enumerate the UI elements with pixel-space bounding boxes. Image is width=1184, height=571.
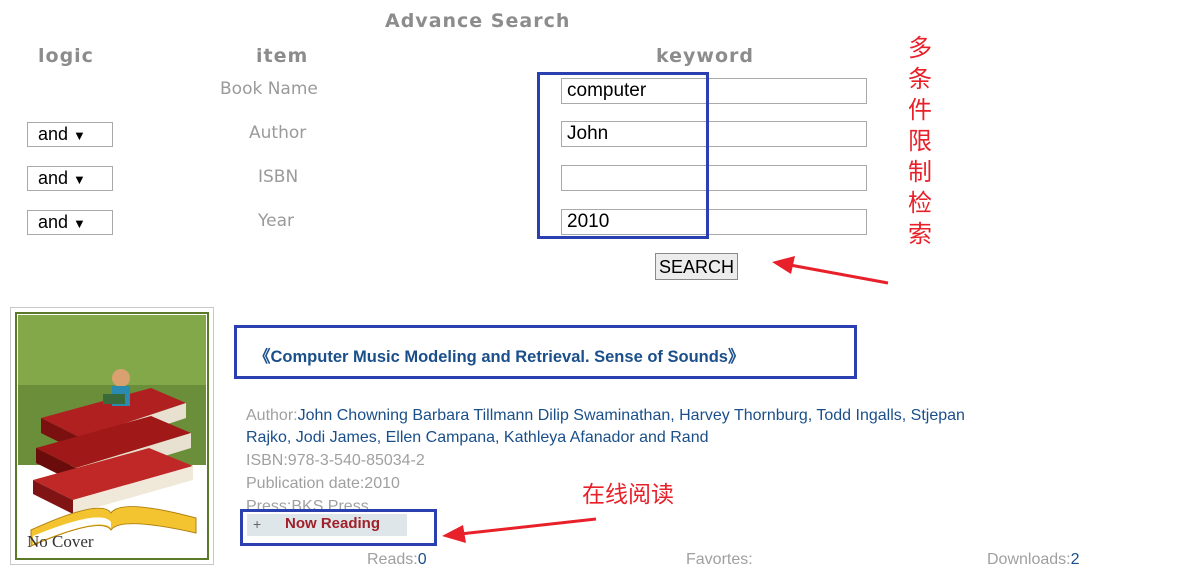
author-names-line1[interactable]: John Chowning Barbara Tillmann Dilip Swa… bbox=[298, 407, 965, 424]
book-press: Press:BKS Press bbox=[246, 498, 369, 509]
arrow-to-now-reading-icon bbox=[442, 517, 597, 543]
author-names-line2[interactable]: Rajko, Jodi James, Ellen Campana, Kathle… bbox=[246, 429, 709, 446]
favorites-count: Favortes: bbox=[686, 551, 753, 568]
downloads-label: Downloads: bbox=[987, 551, 1071, 568]
no-cover-label: No Cover bbox=[27, 532, 94, 551]
book-cover[interactable]: No Cover bbox=[10, 307, 214, 565]
now-reading-annotation: 在线阅读 bbox=[582, 482, 674, 508]
reads-label: Reads: bbox=[367, 551, 418, 568]
book-isbn: ISBN:978-3-540-85034-2 bbox=[246, 452, 425, 469]
book-title-link[interactable]: 《Computer Music Modeling and Retrieval. … bbox=[254, 343, 744, 367]
downloads-value: 2 bbox=[1070, 551, 1080, 568]
author-label: Author: bbox=[246, 407, 298, 424]
now-reading-label: Now Reading bbox=[285, 515, 381, 532]
now-reading-button[interactable]: + Now Reading bbox=[247, 514, 407, 536]
arrow-to-search-icon bbox=[772, 256, 889, 285]
book-pubdate: Publication date:2010 bbox=[246, 475, 400, 492]
plus-icon: + bbox=[253, 516, 262, 532]
book-author: Author:John Chowning Barbara Tillmann Di… bbox=[246, 405, 1182, 449]
reads-count: Reads:0 bbox=[367, 549, 427, 571]
book-stack-icon bbox=[15, 312, 209, 560]
downloads-count: Downloads:2 bbox=[987, 549, 1080, 571]
reads-value: 0 bbox=[417, 551, 427, 568]
